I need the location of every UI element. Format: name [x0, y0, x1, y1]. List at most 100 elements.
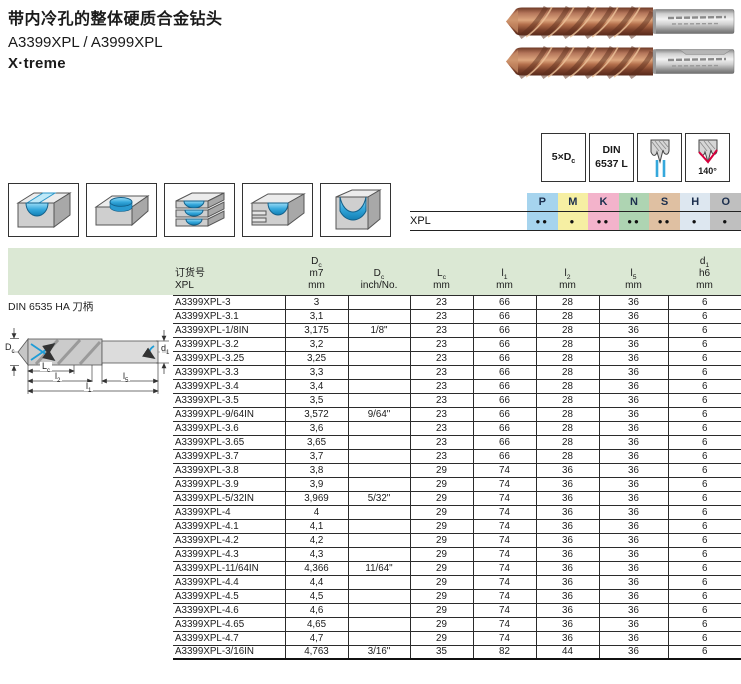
- table-header: 订货号XPLDcm7mmDcinch/No.Lcmml1mml2mml5mmd1…: [173, 248, 741, 295]
- table-cell: 36: [599, 603, 668, 617]
- table-cell: 66: [473, 365, 536, 379]
- table-cell: 6: [668, 407, 741, 421]
- dim-label-l5: l5: [121, 372, 130, 381]
- table-cell: 36: [599, 561, 668, 575]
- blind-hole-icon: [86, 183, 157, 237]
- table-cell: A3399XPL-3.65: [173, 435, 285, 449]
- table-cell: 36: [536, 603, 599, 617]
- table-cell: 29: [410, 575, 473, 589]
- table-row: A3399XPL-4.24,2297436366: [173, 533, 741, 547]
- table-cell: 36: [599, 617, 668, 631]
- table-cell: 74: [473, 631, 536, 645]
- table-cell: 3,2: [285, 337, 348, 351]
- internal-coolant-box: [637, 133, 682, 182]
- dim-label-lc: Lc: [40, 362, 52, 371]
- table-cell: 28: [536, 365, 599, 379]
- table-cell: A3399XPL-3.7: [173, 449, 285, 463]
- material-suitability-dots: ●●: [619, 212, 650, 230]
- table-cell: 29: [410, 561, 473, 575]
- table-cell: [348, 547, 410, 561]
- internal-coolant-icon: [641, 137, 679, 179]
- table-cell: 36: [536, 589, 599, 603]
- material-group-letter: P: [527, 193, 558, 211]
- table-cell: 74: [473, 547, 536, 561]
- column-header: Dcinch/No.: [348, 248, 410, 295]
- table-cell: 74: [473, 519, 536, 533]
- table-cell: 36: [599, 589, 668, 603]
- table-cell: 36: [599, 323, 668, 337]
- table-row: A3399XPL-3.653,65236628366: [173, 435, 741, 449]
- table-cell: 74: [473, 533, 536, 547]
- table-cell: 6: [668, 295, 741, 309]
- table-cell: 36: [536, 505, 599, 519]
- table-row: A3399XPL-4.654,65297436366: [173, 617, 741, 631]
- table-cell: 36: [599, 407, 668, 421]
- table-cell: 66: [473, 449, 536, 463]
- table-cell: 6: [668, 491, 741, 505]
- table-cell: 29: [410, 491, 473, 505]
- length-ratio-box: 5×Dc: [541, 133, 586, 182]
- table-cell: 36: [599, 519, 668, 533]
- table-cell: A3399XPL-4.6: [173, 603, 285, 617]
- table-cell: 4,763: [285, 645, 348, 659]
- din-standard-box: DIN 6537 L: [589, 133, 634, 182]
- table-cell: 36: [536, 477, 599, 491]
- table-cell: 4,2: [285, 533, 348, 547]
- material-suitability-dots: ●: [558, 212, 589, 230]
- table-cell: 6: [668, 533, 741, 547]
- table-cell: 36: [599, 393, 668, 407]
- table-cell: [348, 505, 410, 519]
- table-cell: 4: [285, 505, 348, 519]
- table-cell: [348, 421, 410, 435]
- table-cell: 36: [536, 519, 599, 533]
- table-cell: 66: [473, 295, 536, 309]
- column-header: Dcm7mm: [285, 248, 348, 295]
- table-cell: 3,65: [285, 435, 348, 449]
- table-cell: [348, 617, 410, 631]
- table-cell: [348, 449, 410, 463]
- table-cell: A3399XPL-3.6: [173, 421, 285, 435]
- table-cell: 6: [668, 421, 741, 435]
- table-row: A3399XPL-4.34,3297436366: [173, 547, 741, 561]
- table-cell: [348, 631, 410, 645]
- table-row: A3399XPL-3.83,8297436366: [173, 463, 741, 477]
- table-cell: 3,4: [285, 379, 348, 393]
- table-cell: 6: [668, 575, 741, 589]
- title-block: 带内冷孔的整体硬质合金钻头 A3399XPL / A3999XPL X·trem…: [8, 5, 223, 72]
- table-cell: 36: [599, 379, 668, 393]
- material-group-letter: H: [680, 193, 711, 211]
- table-cell: 6: [668, 603, 741, 617]
- table-cell: 66: [473, 309, 536, 323]
- point-angle-label: 140°: [698, 166, 717, 177]
- table-cell: 36: [536, 533, 599, 547]
- table-cell: A3399XPL-4.2: [173, 533, 285, 547]
- table-cell: 74: [473, 603, 536, 617]
- dim-label-d1: d1: [159, 344, 171, 353]
- table-cell: 66: [473, 407, 536, 421]
- material-suitability-dots: ●●: [588, 212, 619, 230]
- table-cell: 3,5: [285, 393, 348, 407]
- table-cell: 23: [410, 351, 473, 365]
- table-cell: 36: [536, 631, 599, 645]
- table-cell: 66: [473, 379, 536, 393]
- spec-icon-row: 5×Dc DIN 6537 L: [541, 133, 730, 182]
- table-cell: 29: [410, 519, 473, 533]
- table-cell: 11/64": [348, 561, 410, 575]
- din-line1: DIN: [602, 144, 620, 157]
- table-cell: 28: [536, 323, 599, 337]
- table-cell: 74: [473, 575, 536, 589]
- table-cell: 4,4: [285, 575, 348, 589]
- table-cell: 23: [410, 393, 473, 407]
- table-row: A3399XPL-4.14,1297436366: [173, 519, 741, 533]
- table-body: A3399XPL-33236628366A3399XPL-3.13,123662…: [173, 295, 741, 659]
- table-cell: [348, 351, 410, 365]
- column-header: Lcmm: [410, 248, 473, 295]
- column-header: d1h6mm: [668, 248, 741, 295]
- material-suitability-dots: ●●: [527, 212, 558, 230]
- table-cell: A3399XPL-3: [173, 295, 285, 309]
- point-angle-box: 140°: [685, 133, 730, 182]
- table-cell: 36: [599, 435, 668, 449]
- table-cell: 28: [536, 379, 599, 393]
- table-cell: 4,1: [285, 519, 348, 533]
- table-cell: 36: [599, 505, 668, 519]
